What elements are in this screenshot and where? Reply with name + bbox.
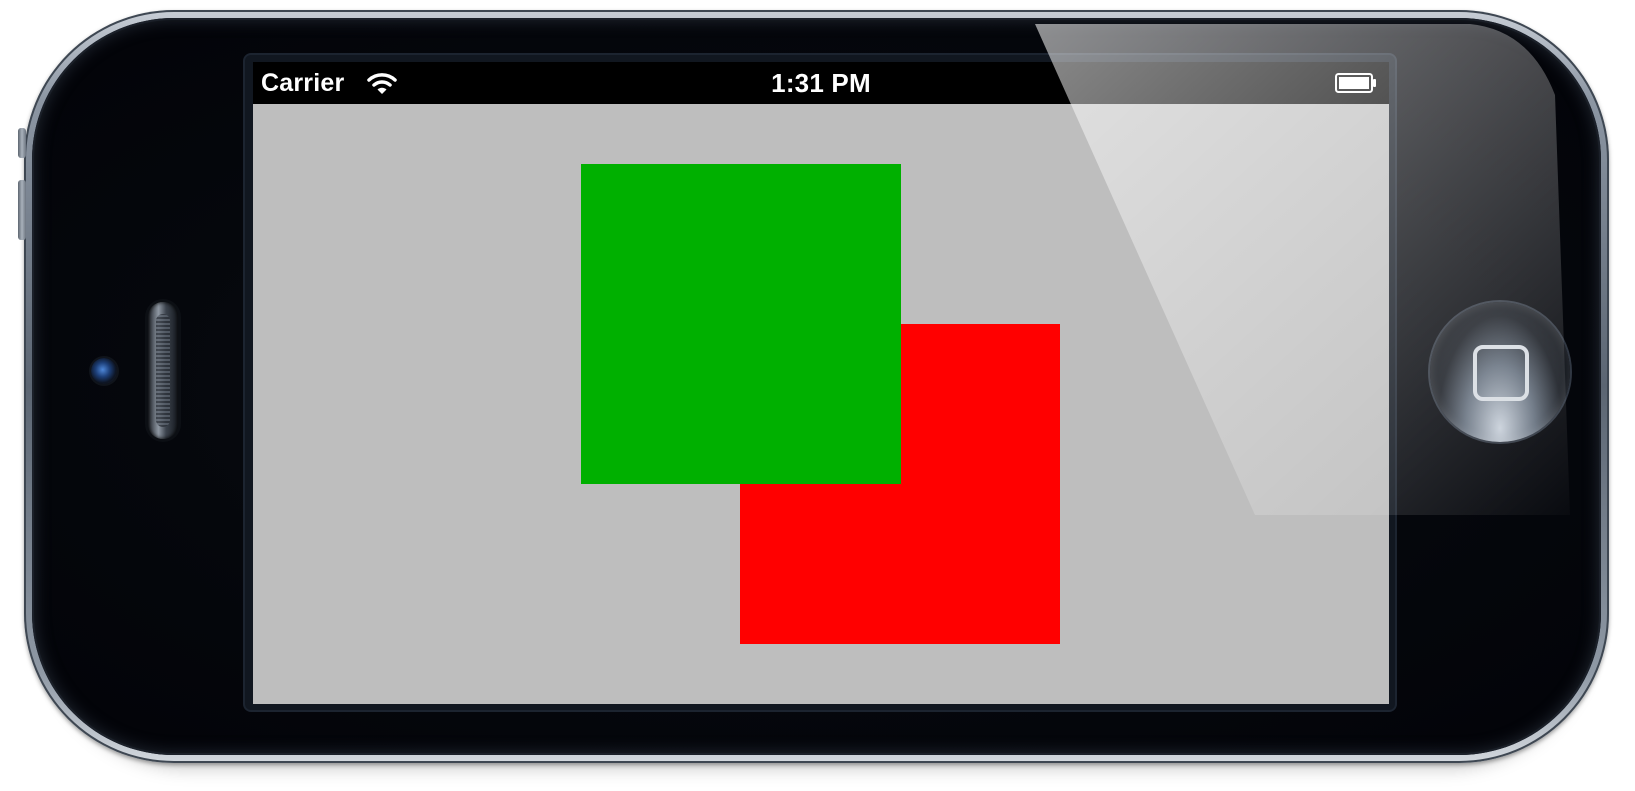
content-view (253, 104, 1389, 704)
volume-up-button (18, 180, 26, 240)
earpiece-speaker (148, 302, 178, 439)
device-screen: Carrier 1:31 PM (253, 62, 1389, 704)
battery-icon (1335, 73, 1376, 93)
green-square (581, 164, 901, 484)
home-button[interactable] (1430, 302, 1570, 442)
front-camera-icon (91, 358, 117, 384)
home-button-icon (1473, 345, 1529, 401)
status-bar: Carrier 1:31 PM (253, 62, 1389, 104)
mute-switch (18, 128, 26, 158)
status-time: 1:31 PM (771, 68, 871, 98)
